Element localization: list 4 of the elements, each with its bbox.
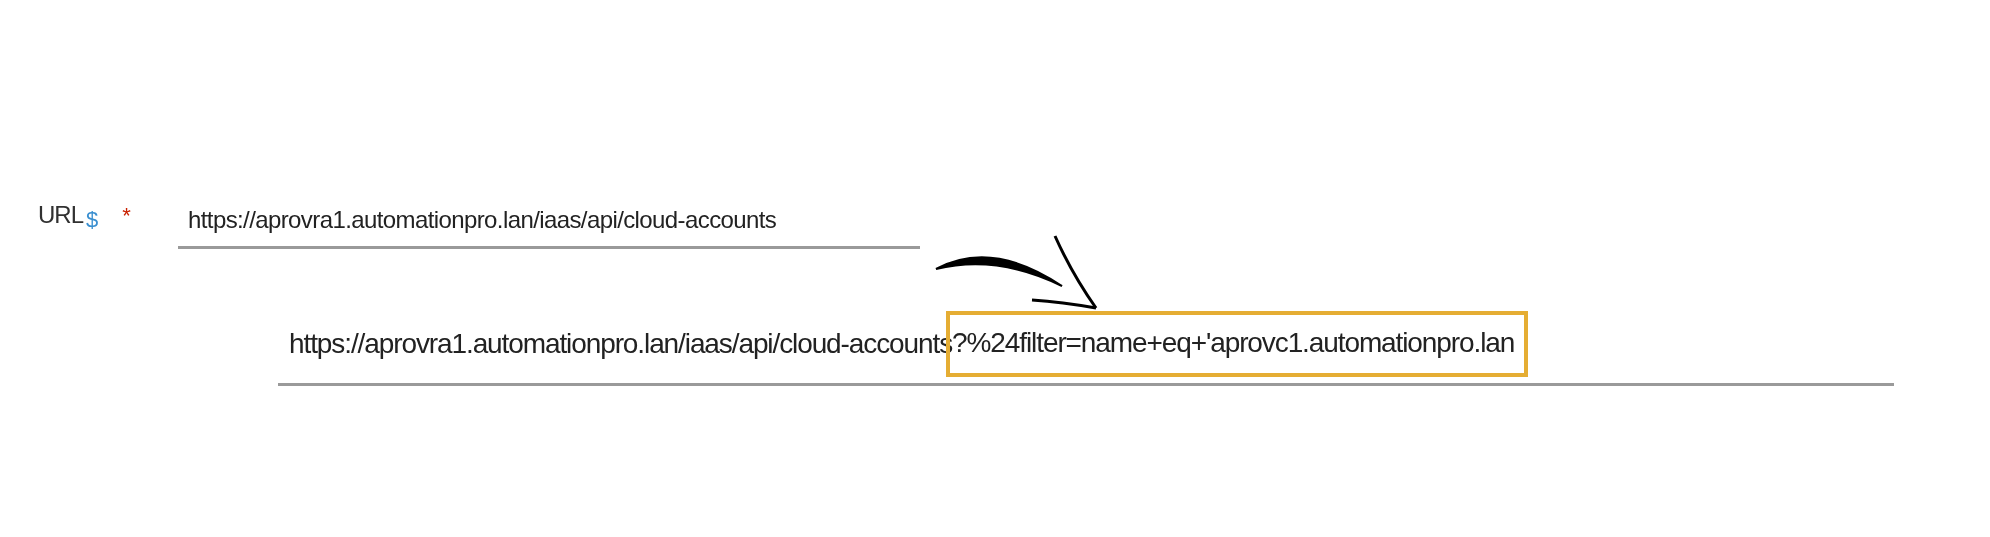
- field-label: URL: [38, 201, 83, 229]
- required-mark: *: [122, 203, 131, 229]
- binding-icon[interactable]: $: [86, 207, 99, 233]
- url-input-field[interactable]: https://aprovra1.automationpro.lan/iaas/api/cloud-accounts: [178, 200, 920, 249]
